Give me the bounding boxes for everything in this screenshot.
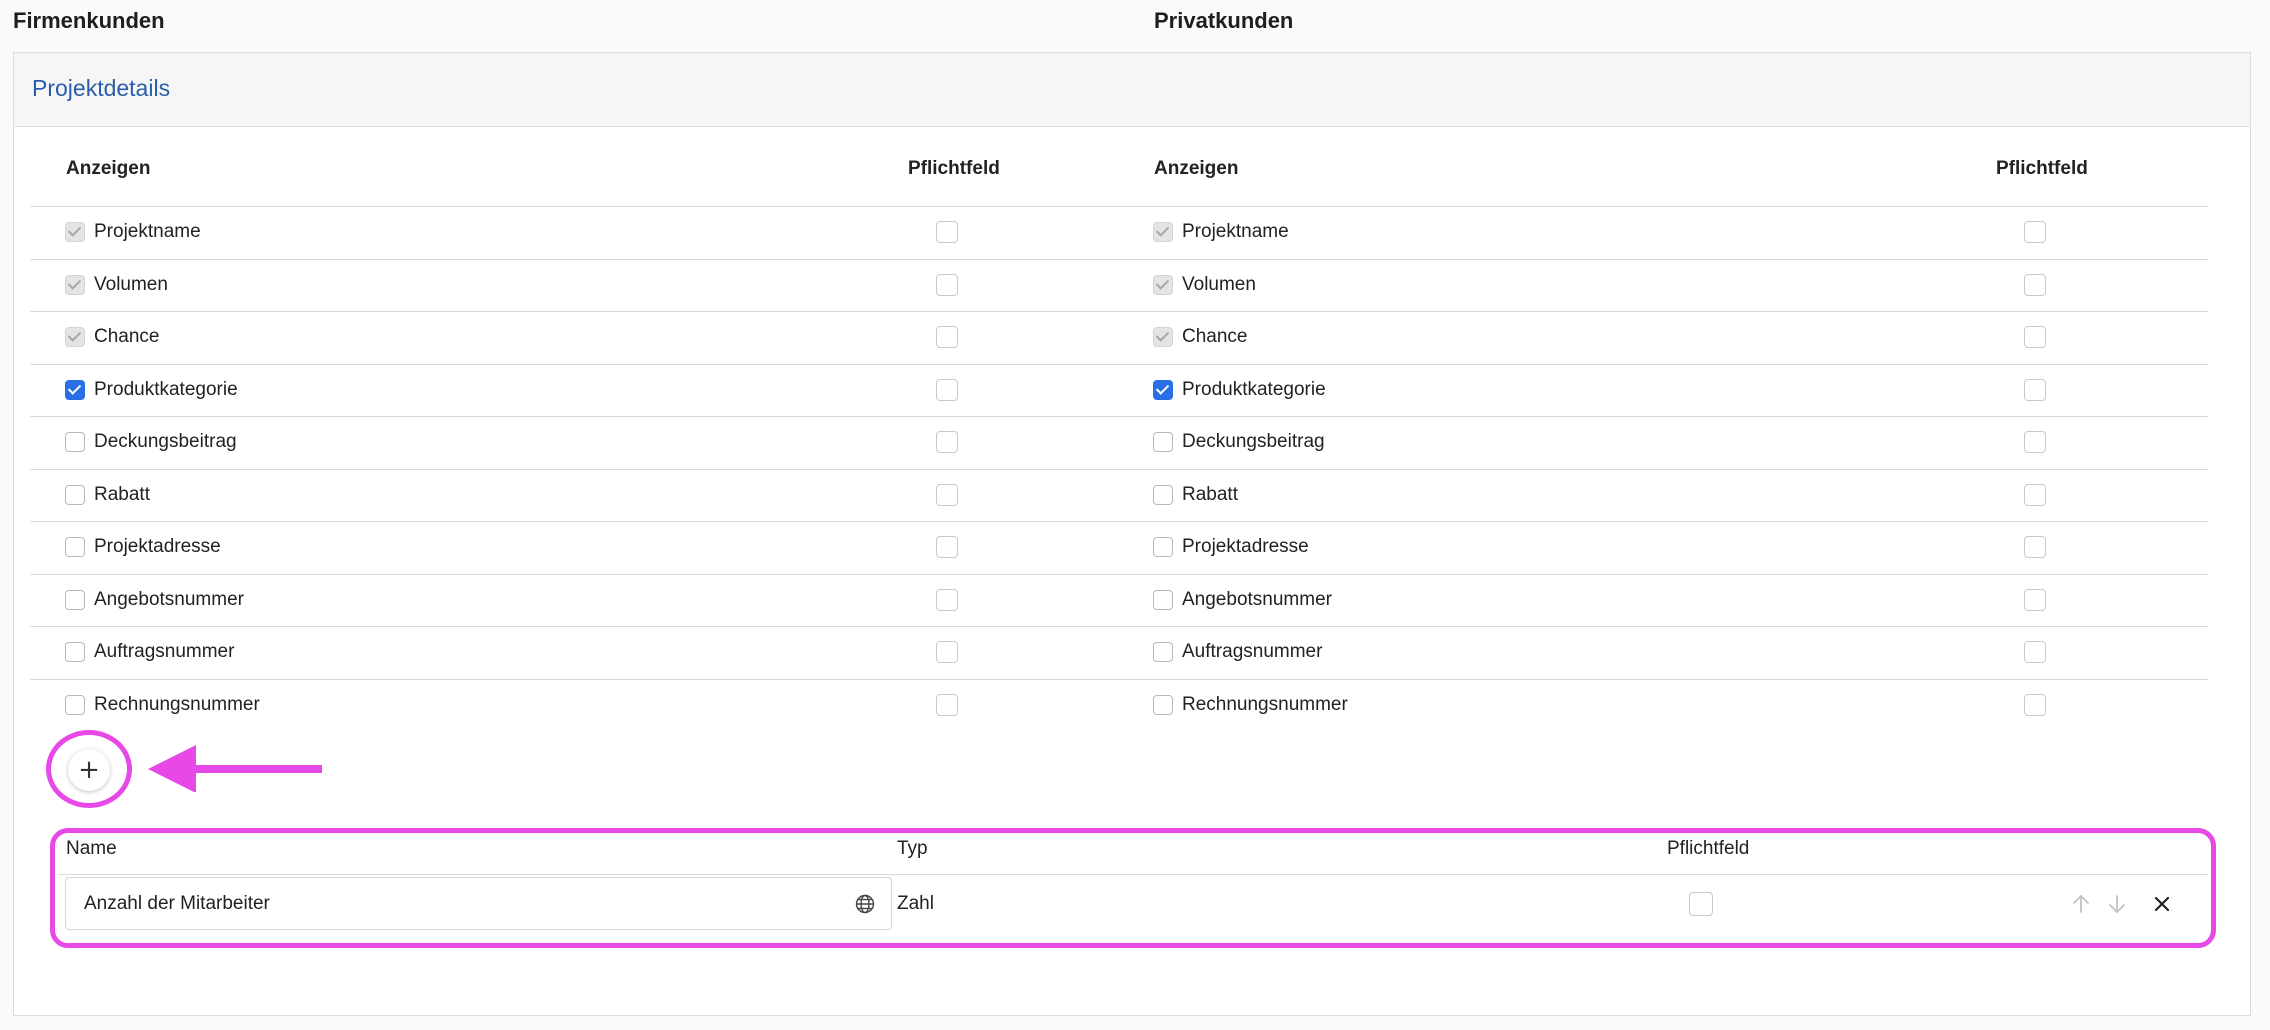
add-field-button[interactable]: + bbox=[68, 749, 110, 791]
business-show-checkbox bbox=[65, 274, 85, 295]
private-required-checkbox[interactable] bbox=[2024, 378, 2046, 401]
close-icon[interactable] bbox=[2151, 893, 2173, 915]
private-required-checkbox[interactable] bbox=[2024, 221, 2046, 244]
business-required-checkbox[interactable] bbox=[936, 378, 958, 401]
business-required-checkbox[interactable] bbox=[936, 641, 958, 664]
custom-field-name-field bbox=[65, 877, 892, 930]
private-field-label: Angebotsnummer bbox=[1182, 588, 1332, 610]
business-field-label: Produktkategorie bbox=[94, 378, 238, 400]
business-header-show: Anzeigen bbox=[66, 158, 151, 179]
custom-field-type: Zahl bbox=[897, 893, 934, 914]
business-show-checkbox[interactable] bbox=[65, 537, 85, 558]
private-field-label: Auftragsnummer bbox=[1182, 641, 1323, 663]
private-show-checkbox bbox=[1153, 274, 1173, 295]
business-show-checkbox[interactable] bbox=[65, 379, 85, 400]
private-required-checkbox[interactable] bbox=[2024, 431, 2046, 454]
row-divider bbox=[30, 416, 2208, 417]
business-field-label: Projektadresse bbox=[94, 536, 221, 558]
private-field-label: Projektname bbox=[1182, 221, 1289, 243]
business-required-checkbox[interactable] bbox=[936, 536, 958, 559]
private-field-label: Produktkategorie bbox=[1182, 378, 1326, 400]
private-required-checkbox[interactable] bbox=[2024, 693, 2046, 716]
business-field-label: Rechnungsnummer bbox=[94, 693, 260, 715]
business-field-label: Deckungsbeitrag bbox=[94, 431, 237, 453]
row-divider bbox=[30, 468, 2208, 470]
business-required-checkbox[interactable] bbox=[936, 693, 958, 716]
business-show-checkbox bbox=[65, 327, 85, 348]
business-show-checkbox[interactable] bbox=[65, 484, 85, 505]
business-field-label: Projektname bbox=[94, 221, 201, 243]
business-field-label: Angebotsnummer bbox=[94, 588, 244, 610]
private-show-checkbox[interactable] bbox=[1153, 642, 1173, 663]
private-header-show: Anzeigen bbox=[1154, 158, 1239, 179]
row-divider bbox=[30, 521, 2208, 522]
custom-field-name-input[interactable] bbox=[84, 878, 824, 929]
row-divider bbox=[30, 206, 2208, 207]
business-show-checkbox[interactable] bbox=[65, 642, 85, 663]
private-field-label: Chance bbox=[1182, 326, 1248, 348]
business-header-required: Pflichtfeld bbox=[908, 158, 1000, 179]
custom-field-required-checkbox[interactable] bbox=[1689, 892, 1713, 916]
private-header-required: Pflichtfeld bbox=[1996, 158, 2088, 179]
business-customers-title: Firmenkunden bbox=[13, 8, 165, 33]
business-show-checkbox[interactable] bbox=[65, 589, 85, 610]
private-required-checkbox[interactable] bbox=[2024, 326, 2046, 349]
business-show-checkbox bbox=[65, 222, 85, 243]
private-required-checkbox[interactable] bbox=[2024, 588, 2046, 611]
panel-header bbox=[14, 53, 2250, 127]
custom-header-name: Name bbox=[66, 838, 117, 859]
private-field-label: Rechnungsnummer bbox=[1182, 693, 1348, 715]
private-show-checkbox bbox=[1153, 327, 1173, 348]
custom-header-divider bbox=[58, 874, 2208, 875]
private-field-label: Projektadresse bbox=[1182, 536, 1309, 558]
business-required-checkbox[interactable] bbox=[936, 483, 958, 506]
business-required-checkbox[interactable] bbox=[936, 326, 958, 349]
business-field-label: Volumen bbox=[94, 273, 168, 295]
custom-header-required: Pflichtfeld bbox=[1667, 838, 1750, 859]
business-required-checkbox[interactable] bbox=[936, 273, 958, 296]
private-field-label: Rabatt bbox=[1182, 483, 1238, 505]
row-divider bbox=[30, 626, 2208, 627]
business-field-label: Chance bbox=[94, 326, 160, 348]
row-divider bbox=[30, 363, 2208, 365]
globe-icon[interactable] bbox=[854, 893, 876, 915]
private-field-label: Volumen bbox=[1182, 273, 1256, 295]
row-divider bbox=[30, 258, 2208, 260]
private-show-checkbox[interactable] bbox=[1153, 694, 1173, 715]
business-field-label: Rabatt bbox=[94, 483, 150, 505]
business-required-checkbox[interactable] bbox=[936, 221, 958, 244]
row-divider bbox=[30, 311, 2208, 312]
panel-title: Projektdetails bbox=[32, 75, 171, 101]
private-show-checkbox[interactable] bbox=[1153, 484, 1173, 505]
business-show-checkbox[interactable] bbox=[65, 432, 85, 453]
business-required-checkbox[interactable] bbox=[936, 431, 958, 454]
arrow-up-icon[interactable] bbox=[2070, 893, 2092, 915]
private-field-label: Deckungsbeitrag bbox=[1182, 431, 1325, 453]
private-show-checkbox[interactable] bbox=[1153, 432, 1173, 453]
arrow-down-icon[interactable] bbox=[2106, 893, 2128, 915]
row-divider bbox=[30, 573, 2208, 575]
private-required-checkbox[interactable] bbox=[2024, 273, 2046, 296]
private-required-checkbox[interactable] bbox=[2024, 641, 2046, 664]
private-show-checkbox[interactable] bbox=[1153, 537, 1173, 558]
annotation-arrow bbox=[148, 745, 322, 792]
business-required-checkbox[interactable] bbox=[936, 588, 958, 611]
private-required-checkbox[interactable] bbox=[2024, 536, 2046, 559]
private-show-checkbox[interactable] bbox=[1153, 589, 1173, 610]
private-show-checkbox[interactable] bbox=[1153, 379, 1173, 400]
business-show-checkbox[interactable] bbox=[65, 694, 85, 715]
private-show-checkbox bbox=[1153, 222, 1173, 243]
business-field-label: Auftragsnummer bbox=[94, 641, 235, 663]
custom-header-type: Typ bbox=[897, 838, 928, 859]
private-customers-title: Privatkunden bbox=[1154, 8, 1294, 33]
private-required-checkbox[interactable] bbox=[2024, 483, 2046, 506]
row-divider bbox=[30, 678, 2208, 680]
